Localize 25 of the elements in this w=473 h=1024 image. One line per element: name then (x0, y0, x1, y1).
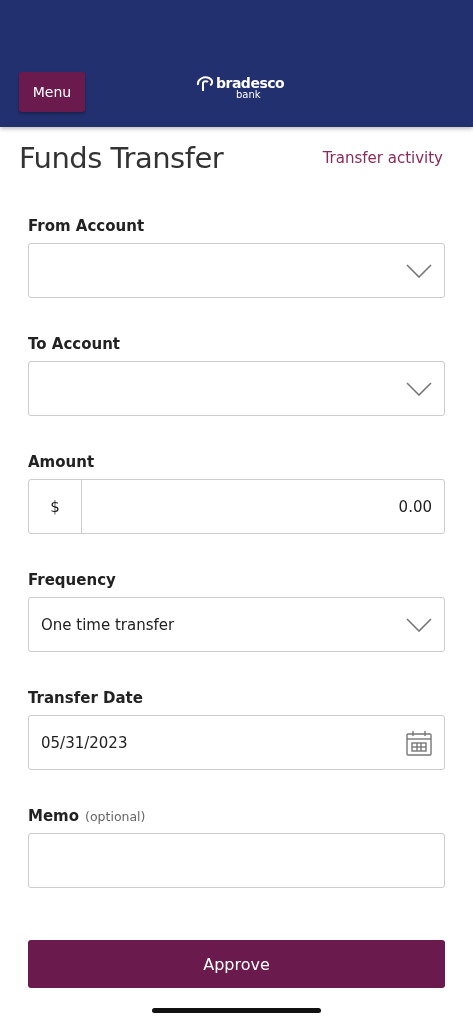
chevron-down-icon (406, 381, 432, 396)
chevron-down-icon (406, 263, 432, 278)
field-label: To Account (28, 335, 120, 353)
text-field[interactable] (28, 833, 445, 888)
field-label: Transfer Date (28, 689, 143, 707)
field-label: Frequency (28, 571, 116, 589)
date-field[interactable]: 05/31/2023 (28, 715, 445, 770)
currency-prefix: $ (29, 480, 82, 533)
field-hint: (optional) (85, 809, 146, 824)
calendar-icon[interactable] (406, 729, 432, 756)
amount-field[interactable]: $ 0.00 (28, 479, 445, 534)
select-field[interactable]: One time transfer (28, 597, 445, 652)
select-field[interactable] (28, 243, 445, 298)
page-title: Funds Transfer (19, 141, 224, 175)
field-label: From Account (28, 217, 145, 235)
logo-name: bradesco (216, 76, 285, 90)
menu-button[interactable]: Menu (19, 72, 85, 112)
field-label: Amount (28, 453, 95, 471)
logo-subtitle: bank (236, 90, 262, 100)
transfer-activity-link[interactable]: Transfer activity (322, 149, 443, 167)
logo-icon (196, 76, 214, 92)
select-field[interactable] (28, 361, 445, 416)
approve-button[interactable]: Approve (28, 940, 445, 988)
chevron-down-icon (406, 617, 432, 632)
field-label: Memo (28, 807, 80, 825)
